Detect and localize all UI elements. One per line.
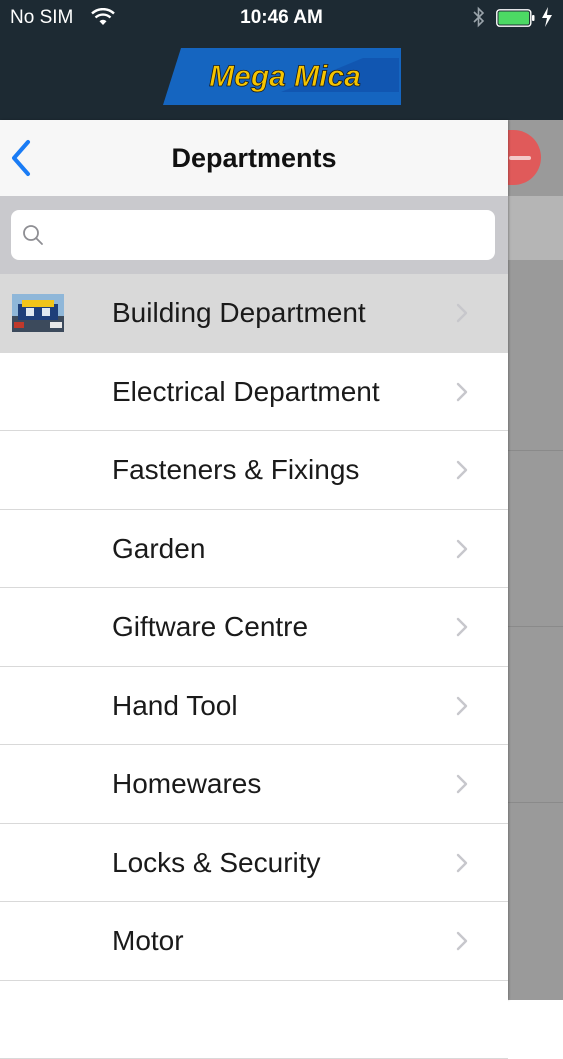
list-item-label: Fasteners & Fixings — [112, 431, 359, 508]
list-item-label: Giftware Centre — [112, 588, 308, 665]
list-item[interactable]: Locks & Security — [0, 824, 508, 903]
chevron-right-icon — [455, 538, 469, 560]
list-item-partial[interactable] — [0, 981, 508, 1059]
search-field[interactable] — [11, 210, 495, 260]
search-bar — [0, 196, 508, 274]
mega-mica-logo: Mega Mica — [163, 48, 401, 105]
status-bar: No SIM 10:46 AM — [0, 0, 563, 36]
back-button[interactable] — [6, 138, 36, 178]
list-item[interactable]: Hand Tool — [0, 667, 508, 746]
chevron-right-icon — [455, 930, 469, 952]
departments-drawer: Departments — [0, 120, 508, 1000]
background-content — [508, 120, 563, 1000]
battery-icon — [496, 9, 536, 27]
list-item-label: Locks & Security — [112, 824, 321, 901]
list-item[interactable]: Garden — [0, 510, 508, 589]
chevron-right-icon — [455, 459, 469, 481]
chevron-right-icon — [455, 616, 469, 638]
chevron-left-icon — [6, 138, 36, 178]
search-icon — [21, 223, 45, 247]
search-input[interactable] — [51, 216, 485, 256]
chevron-right-icon — [455, 381, 469, 403]
list-item[interactable]: Homewares — [0, 745, 508, 824]
chevron-right-icon — [455, 302, 469, 324]
building-department-thumbnail — [12, 294, 64, 332]
chevron-right-icon — [455, 773, 469, 795]
charging-icon — [541, 6, 553, 34]
page-title: Departments — [0, 120, 508, 196]
navigation-bar: Departments — [0, 120, 508, 197]
bluetooth-icon — [472, 6, 486, 34]
list-item[interactable]: Motor — [0, 902, 508, 981]
logo-text: Mega Mica — [209, 60, 361, 93]
chevron-right-icon — [455, 852, 469, 874]
minus-icon — [509, 156, 531, 160]
list-item[interactable]: Building Department — [0, 274, 508, 353]
list-item-label: Garden — [112, 510, 205, 587]
list-item[interactable]: Fasteners & Fixings — [0, 431, 508, 510]
chevron-right-icon — [455, 695, 469, 717]
list-item-label: Homewares — [112, 745, 261, 822]
list-item-label: Building Department — [112, 274, 366, 351]
list-item-label: Hand Tool — [112, 667, 238, 744]
list-item-label: Electrical Department — [112, 353, 380, 430]
department-list: Building Department Electrical Departmen… — [0, 274, 508, 1059]
list-item-label: Motor — [112, 902, 184, 979]
list-item[interactable]: Electrical Department — [0, 353, 508, 432]
list-item[interactable]: Giftware Centre — [0, 588, 508, 667]
app-header: No SIM 10:46 AM — [0, 0, 563, 120]
